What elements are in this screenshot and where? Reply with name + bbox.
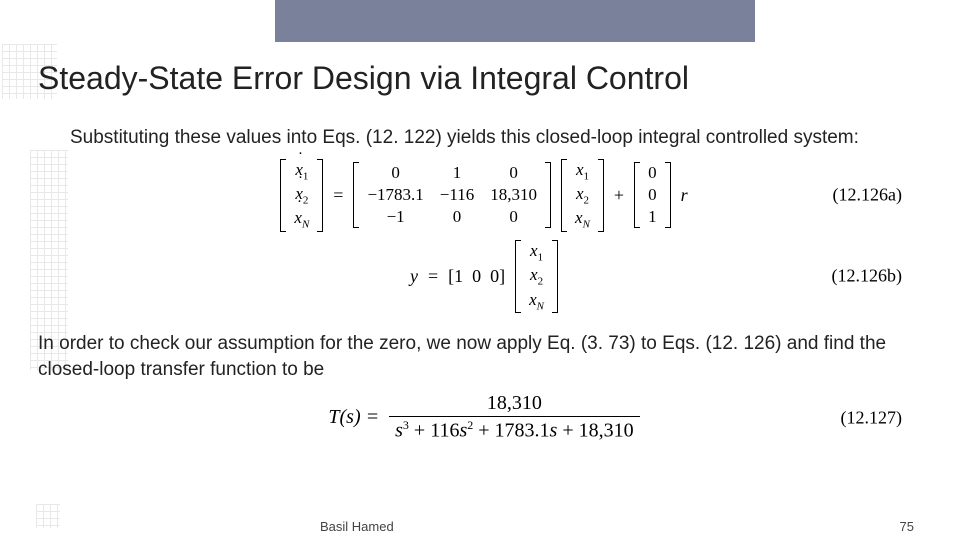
footer-page-number: 75	[900, 519, 914, 534]
matrix-B: 0 0 1	[634, 162, 671, 228]
slide-body: Steady-State Error Design via Integral C…	[38, 60, 930, 520]
eq-input-r: r	[681, 185, 688, 206]
equation-label: (12.126b)	[832, 266, 903, 287]
matrix-A: 010 −1783.1−11618,310 −100	[353, 162, 551, 228]
paragraph-intro: Substituting these values into Eqs. (12.…	[70, 125, 920, 151]
matrix-xdot: x1 x2 xN	[280, 159, 323, 232]
matrix-x: x1 x2 xN	[561, 159, 604, 232]
footer-author: Basil Hamed	[320, 519, 394, 534]
tf-lhs: T(s) =	[328, 406, 379, 429]
slide-title: Steady-State Error Design via Integral C…	[38, 60, 930, 97]
eq-output-y: y	[410, 266, 418, 287]
equation-block-b: y = [1 0 0] x1 x2 xN (12.126b)	[38, 240, 930, 313]
paragraph-followup: In order to check our assumption for the…	[38, 331, 930, 382]
tf-fraction: 18,310 s3 + 116s2 + 1783.1s + 18,310	[389, 392, 640, 443]
matrix-x-b: x1 x2 xN	[515, 240, 558, 313]
header-accent-bar	[275, 0, 755, 42]
equation-label: (12.127)	[841, 407, 903, 428]
equation-block-a: x1 x2 xN = 010 −1783.1−11618,310 −100	[38, 159, 930, 232]
equation-block-tf: T(s) = 18,310 s3 + 116s2 + 1783.1s + 18,…	[38, 392, 930, 443]
equation-label: (12.126a)	[833, 185, 902, 206]
